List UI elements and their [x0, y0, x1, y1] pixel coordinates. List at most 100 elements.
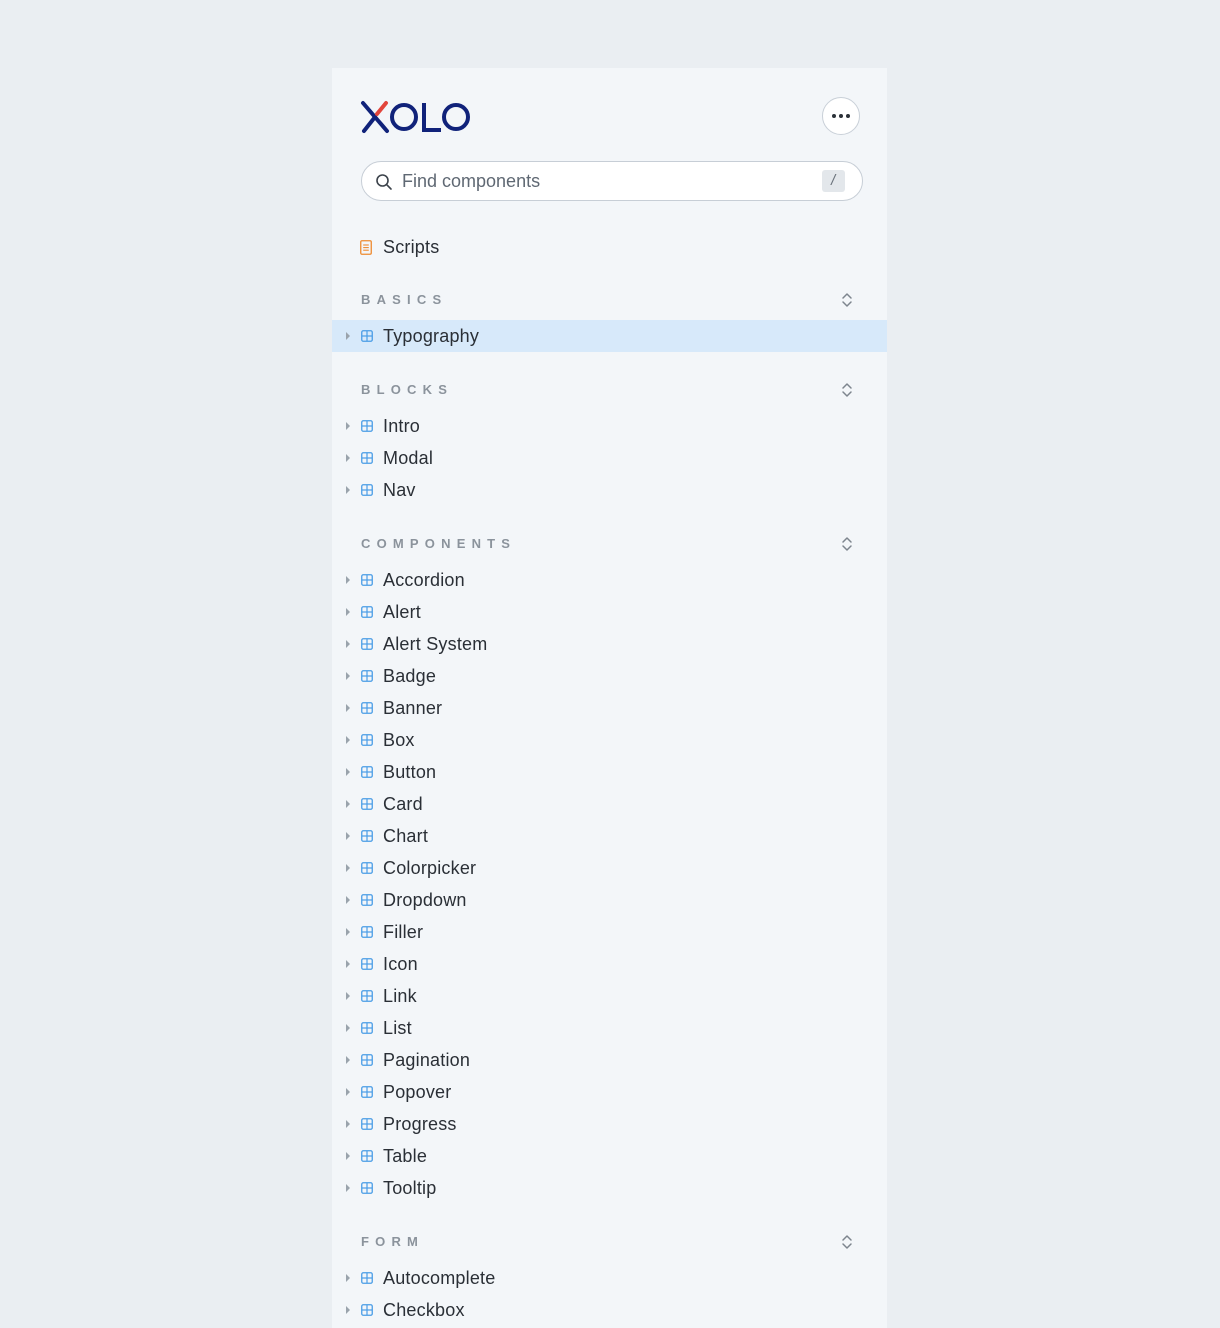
component-icon: [361, 330, 373, 342]
search-box[interactable]: /: [361, 161, 863, 201]
sidebar-item-card[interactable]: Card: [332, 788, 887, 820]
sidebar-item-scripts[interactable]: Scripts: [332, 231, 887, 263]
sidebar-item-pagination[interactable]: Pagination: [332, 1044, 887, 1076]
sidebar-item-label: Link: [383, 986, 417, 1006]
section-header-blocks[interactable]: BLOCKS: [332, 378, 887, 402]
sidebar-item-link[interactable]: Link: [332, 980, 887, 1012]
caret-right-icon[interactable]: [346, 736, 350, 744]
sidebar-item-accordion[interactable]: Accordion: [332, 564, 887, 596]
component-icon: [361, 1150, 373, 1162]
caret-right-icon[interactable]: [346, 1306, 350, 1314]
caret-right-icon[interactable]: [346, 1088, 350, 1096]
caret-right-icon[interactable]: [346, 1152, 350, 1160]
caret-right-icon[interactable]: [346, 960, 350, 968]
caret-right-icon[interactable]: [346, 422, 350, 430]
sidebar-item-modal[interactable]: Modal: [332, 442, 887, 474]
caret-right-icon[interactable]: [346, 672, 350, 680]
sidebar-item-banner[interactable]: Banner: [332, 692, 887, 724]
sidebar-item-label: Intro: [383, 416, 421, 436]
sidebar-item-list[interactable]: List: [332, 1012, 887, 1044]
sidebar-item-button[interactable]: Button: [332, 756, 887, 788]
sidebar-item-chart[interactable]: Chart: [332, 820, 887, 852]
more-horizontal-icon-dot: [839, 114, 843, 118]
caret-right-icon[interactable]: [346, 704, 350, 712]
sidebar-item-popover[interactable]: Popover: [332, 1076, 887, 1108]
section-title: COMPONENTS: [361, 536, 517, 551]
caret-right-icon[interactable]: [346, 486, 350, 494]
expand-collapse-icon[interactable]: [840, 381, 854, 399]
section-title: BASICS: [361, 292, 448, 307]
sidebar-item-label: Autocomplete: [383, 1268, 496, 1288]
caret-right-icon[interactable]: [346, 1120, 350, 1128]
sidebar-item-progress[interactable]: Progress: [332, 1108, 887, 1140]
component-icon: [361, 830, 373, 842]
caret-right-icon[interactable]: [346, 768, 350, 776]
sidebar-item-intro[interactable]: Intro: [332, 410, 887, 442]
sidebar-item-colorpicker[interactable]: Colorpicker: [332, 852, 887, 884]
document-icon: [360, 240, 372, 255]
component-icon: [361, 798, 373, 810]
component-icon: [361, 1272, 373, 1284]
xolo-logo[interactable]: [360, 100, 472, 134]
sidebar-item-tooltip[interactable]: Tooltip: [332, 1172, 887, 1204]
caret-right-icon[interactable]: [346, 928, 350, 936]
section-header-basics[interactable]: BASICS: [332, 288, 887, 312]
sidebar-item-label: Card: [383, 794, 423, 814]
sidebar-item-label: Typography: [383, 326, 480, 346]
sidebar-item-box[interactable]: Box: [332, 724, 887, 756]
sidebar-item-label: Accordion: [383, 570, 465, 590]
sidebar-item-table[interactable]: Table: [332, 1140, 887, 1172]
sidebar-item-alert[interactable]: Alert: [332, 596, 887, 628]
section-header-components[interactable]: COMPONENTS: [332, 532, 887, 556]
component-icon: [361, 452, 373, 464]
caret-right-icon[interactable]: [346, 608, 350, 616]
sidebar-item-label: Badge: [383, 666, 437, 686]
component-icon: [361, 894, 373, 906]
expand-collapse-icon[interactable]: [840, 1233, 854, 1251]
sidebar-item-label: Colorpicker: [383, 858, 477, 878]
sidebar-item-checkbox[interactable]: Checkbox: [332, 1294, 887, 1326]
caret-right-icon[interactable]: [346, 1184, 350, 1192]
caret-right-icon[interactable]: [346, 454, 350, 462]
sidebar-item-typography[interactable]: Typography: [332, 320, 887, 352]
expand-collapse-icon[interactable]: [840, 291, 854, 309]
caret-right-icon[interactable]: [346, 832, 350, 840]
caret-right-icon[interactable]: [346, 896, 350, 904]
caret-right-icon[interactable]: [346, 992, 350, 1000]
sidebar: / Scripts BASICS Typography BLOCKS Intro Moda…: [332, 68, 887, 1328]
sidebar-item-label: Alert: [383, 602, 422, 622]
sidebar-item-alert-system[interactable]: Alert System: [332, 628, 887, 660]
caret-right-icon[interactable]: [346, 1056, 350, 1064]
search-input[interactable]: [402, 162, 802, 200]
sidebar-item-filler[interactable]: Filler: [332, 916, 887, 948]
component-icon: [361, 734, 373, 746]
expand-collapse-icon[interactable]: [840, 535, 854, 553]
component-icon: [361, 766, 373, 778]
sidebar-item-icon[interactable]: Icon: [332, 948, 887, 980]
sidebar-item-label: Alert System: [383, 634, 488, 654]
sidebar-item-badge[interactable]: Badge: [332, 660, 887, 692]
caret-right-icon[interactable]: [346, 640, 350, 648]
caret-right-icon[interactable]: [346, 800, 350, 808]
component-icon: [361, 862, 373, 874]
caret-right-icon[interactable]: [346, 1024, 350, 1032]
caret-right-icon[interactable]: [346, 576, 350, 584]
sidebar-item-label: Button: [383, 762, 437, 782]
sidebar-item-nav[interactable]: Nav: [332, 474, 887, 506]
caret-right-icon[interactable]: [346, 1274, 350, 1282]
caret-right-icon[interactable]: [346, 864, 350, 872]
search-shortcut-hint: /: [822, 170, 845, 192]
section-title: FORM: [361, 1234, 425, 1249]
component-icon: [361, 638, 373, 650]
component-icon: [361, 958, 373, 970]
more-options-button[interactable]: [822, 97, 860, 135]
section-title: BLOCKS: [361, 382, 454, 397]
section-header-form[interactable]: FORM: [332, 1230, 887, 1254]
sidebar-item-autocomplete[interactable]: Autocomplete: [332, 1262, 887, 1294]
sidebar-item-label: Popover: [383, 1082, 452, 1102]
sidebar-item-label: Progress: [383, 1114, 457, 1134]
sidebar-item-dropdown[interactable]: Dropdown: [332, 884, 887, 916]
component-icon: [361, 1054, 373, 1066]
more-horizontal-icon-dot: [846, 114, 850, 118]
caret-right-icon[interactable]: [346, 332, 350, 340]
